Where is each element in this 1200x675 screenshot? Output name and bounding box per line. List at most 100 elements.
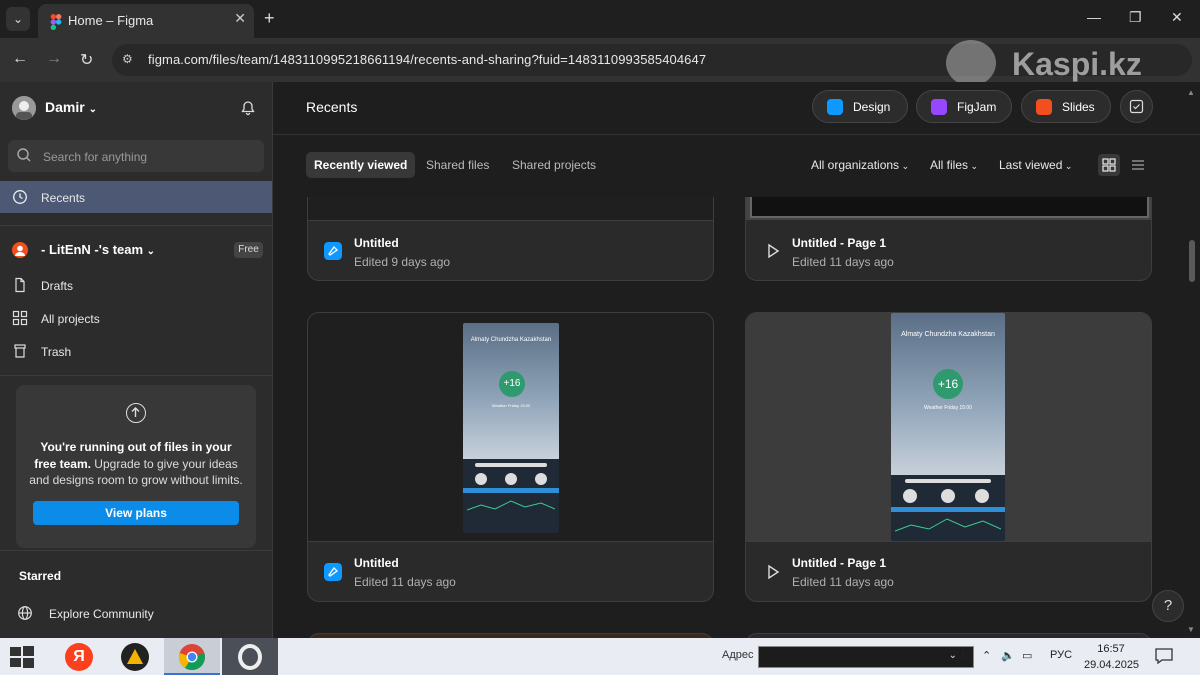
taskbar-address-label: Адрес (722, 649, 754, 661)
file-edited: Edited 11 days ago (354, 575, 456, 589)
app-triangle-icon[interactable] (108, 638, 164, 675)
upgrade-arrow-icon (126, 403, 146, 423)
slides-icon (1036, 99, 1052, 115)
search-icon (17, 148, 31, 162)
scroll-up-icon[interactable]: ▲ (1187, 88, 1195, 97)
file-thumbnail: Almaty Chundzha Kazakhstan +16 Weather F… (746, 313, 1151, 541)
page-title: Recents (306, 99, 358, 115)
sidebar-item-label: All projects (41, 312, 100, 326)
network-icon[interactable]: ▭ (1022, 649, 1032, 662)
tab-recently-viewed[interactable]: Recently viewed (306, 152, 416, 178)
play-icon (768, 243, 780, 259)
import-icon (1129, 99, 1144, 114)
list-view-button[interactable] (1127, 154, 1149, 176)
sidebar-item-label: Trash (41, 345, 72, 359)
windows-start-icon[interactable] (10, 646, 34, 668)
language-indicator[interactable]: РУС (1050, 649, 1072, 661)
notifications-icon[interactable] (1155, 648, 1173, 664)
new-tab-button[interactable]: + (264, 8, 275, 29)
tab-shared-files[interactable]: Shared files (418, 152, 497, 178)
team-switcher[interactable]: - LitEnN -'s team ⌄ (41, 242, 155, 257)
chevron-down-icon: ⌄ (146, 246, 156, 257)
file-title: Untitled (354, 236, 399, 250)
upgrade-banner: You're running out of files in your free… (16, 385, 256, 548)
sidebar: Damir ⌄ Search for anything Recents - Li… (0, 82, 273, 638)
import-button[interactable] (1120, 90, 1153, 123)
reload-icon[interactable]: ↻ (80, 50, 93, 70)
figma-favicon-icon (50, 14, 62, 30)
preview-day: Weather Friday 15:00 (924, 405, 972, 411)
divider (0, 550, 272, 551)
header-divider (273, 134, 1200, 135)
preview-temp: +16 (499, 371, 525, 397)
back-icon[interactable]: ← (12, 50, 28, 68)
file-icon (15, 277, 25, 293)
preview-temp: +16 (933, 369, 963, 399)
yandex-browser-icon[interactable]: Я (52, 638, 108, 675)
file-thumbnail: Almaty Chundzha Kazakhstan +16 Weather F… (308, 313, 713, 541)
chevron-down-icon[interactable]: ⌄ (949, 650, 957, 661)
chevron-down-icon: ⌄ (968, 161, 979, 171)
sidebar-item-label: Explore Community (49, 607, 154, 621)
figjam-icon (931, 99, 947, 115)
windows-taskbar: Я Адрес ⌄ ↻ ⌃ 🔈 ▭ РУС 16:57 29.04.2025 (0, 638, 1200, 675)
file-edited: Edited 11 days ago (792, 255, 894, 269)
close-tab-icon[interactable]: ✕ (234, 10, 246, 27)
close-window-icon[interactable]: ✕ (1171, 9, 1183, 26)
watermark-text: Kaspi.kz (1012, 46, 1142, 82)
plan-badge: Free (234, 242, 263, 258)
organizations-filter-label: All organizations (811, 158, 900, 172)
volume-icon[interactable]: 🔈 (1001, 649, 1015, 662)
clock-time: 16:57 (1097, 643, 1125, 655)
new-design-label: Design (853, 100, 891, 114)
design-file-icon (324, 242, 342, 260)
opera-taskbar-icon[interactable] (222, 638, 278, 675)
trash-icon (14, 344, 26, 358)
new-design-button[interactable]: Design (812, 90, 908, 123)
tab-search-button[interactable]: ⌄ (6, 7, 30, 31)
kaspi-logo-icon (946, 40, 996, 86)
account-switcher[interactable]: Damir ⌄ (45, 99, 97, 115)
team-avatar-icon (12, 242, 28, 258)
site-settings-icon[interactable]: ⚙ (122, 52, 133, 66)
file-card[interactable]: Untitled Edited 9 days ago (307, 197, 714, 281)
tab-shared-projects[interactable]: Shared projects (504, 152, 604, 178)
preview-day: Weather Friday 15:00 (491, 403, 531, 408)
weather-app-preview: Almaty Chundzha Kazakhstan +16 Weather F… (891, 313, 1005, 541)
search-input[interactable]: Search for anything (8, 140, 264, 172)
help-button[interactable]: ? (1152, 590, 1184, 622)
chrome-taskbar-icon[interactable] (164, 638, 220, 675)
sidebar-item-label: Recents (41, 191, 86, 205)
view-plans-button[interactable]: View plans (33, 501, 239, 525)
design-icon (827, 99, 843, 115)
browser-tab-bar: ⌄ Home – Figma ✕ + — ❐ ✕ (0, 0, 1200, 38)
new-figjam-label: FigJam (957, 100, 997, 114)
taskbar-clock[interactable]: 16:57 29.04.2025 (1084, 641, 1139, 673)
search-placeholder: Search for anything (43, 150, 148, 164)
minimize-icon[interactable]: — (1087, 9, 1101, 25)
bell-icon[interactable] (240, 100, 256, 116)
browser-tab[interactable]: Home – Figma ✕ (38, 4, 254, 38)
new-figjam-button[interactable]: FigJam (916, 90, 1012, 123)
file-card[interactable]: Almaty Chundzha Kazakhstan +16 Weather F… (307, 312, 714, 602)
scrollbar-thumb[interactable] (1189, 240, 1195, 282)
new-slides-button[interactable]: Slides (1021, 90, 1111, 123)
go-refresh-icon[interactable]: ↻ (960, 649, 970, 663)
forward-icon[interactable]: → (46, 50, 62, 68)
taskbar-address-input[interactable]: ⌄ (758, 646, 974, 668)
chevron-down-icon: ⌄ (1062, 161, 1073, 171)
organizations-filter[interactable]: All organizations ⌄ (811, 158, 909, 172)
divider (0, 225, 272, 226)
file-card[interactable]: Almaty Chundzha Kazakhstan +16 Weather F… (745, 312, 1152, 602)
grid-view-button[interactable] (1098, 154, 1120, 176)
url-text: figma.com/files/team/1483110995218661194… (148, 52, 707, 67)
file-edited: Edited 9 days ago (354, 255, 451, 269)
user-avatar[interactable] (12, 96, 36, 120)
tray-expand-icon[interactable]: ⌃ (982, 649, 991, 662)
files-grid: Untitled Edited 9 days ago Untitled - Pa… (273, 197, 1173, 638)
scroll-down-icon[interactable]: ▼ (1187, 625, 1195, 634)
sort-dropdown[interactable]: Last viewed ⌄ (999, 158, 1072, 172)
restore-icon[interactable]: ❐ (1129, 9, 1142, 26)
files-filter[interactable]: All files ⌄ (930, 158, 978, 172)
file-card[interactable]: Untitled - Page 1 Edited 11 days ago (745, 197, 1152, 281)
